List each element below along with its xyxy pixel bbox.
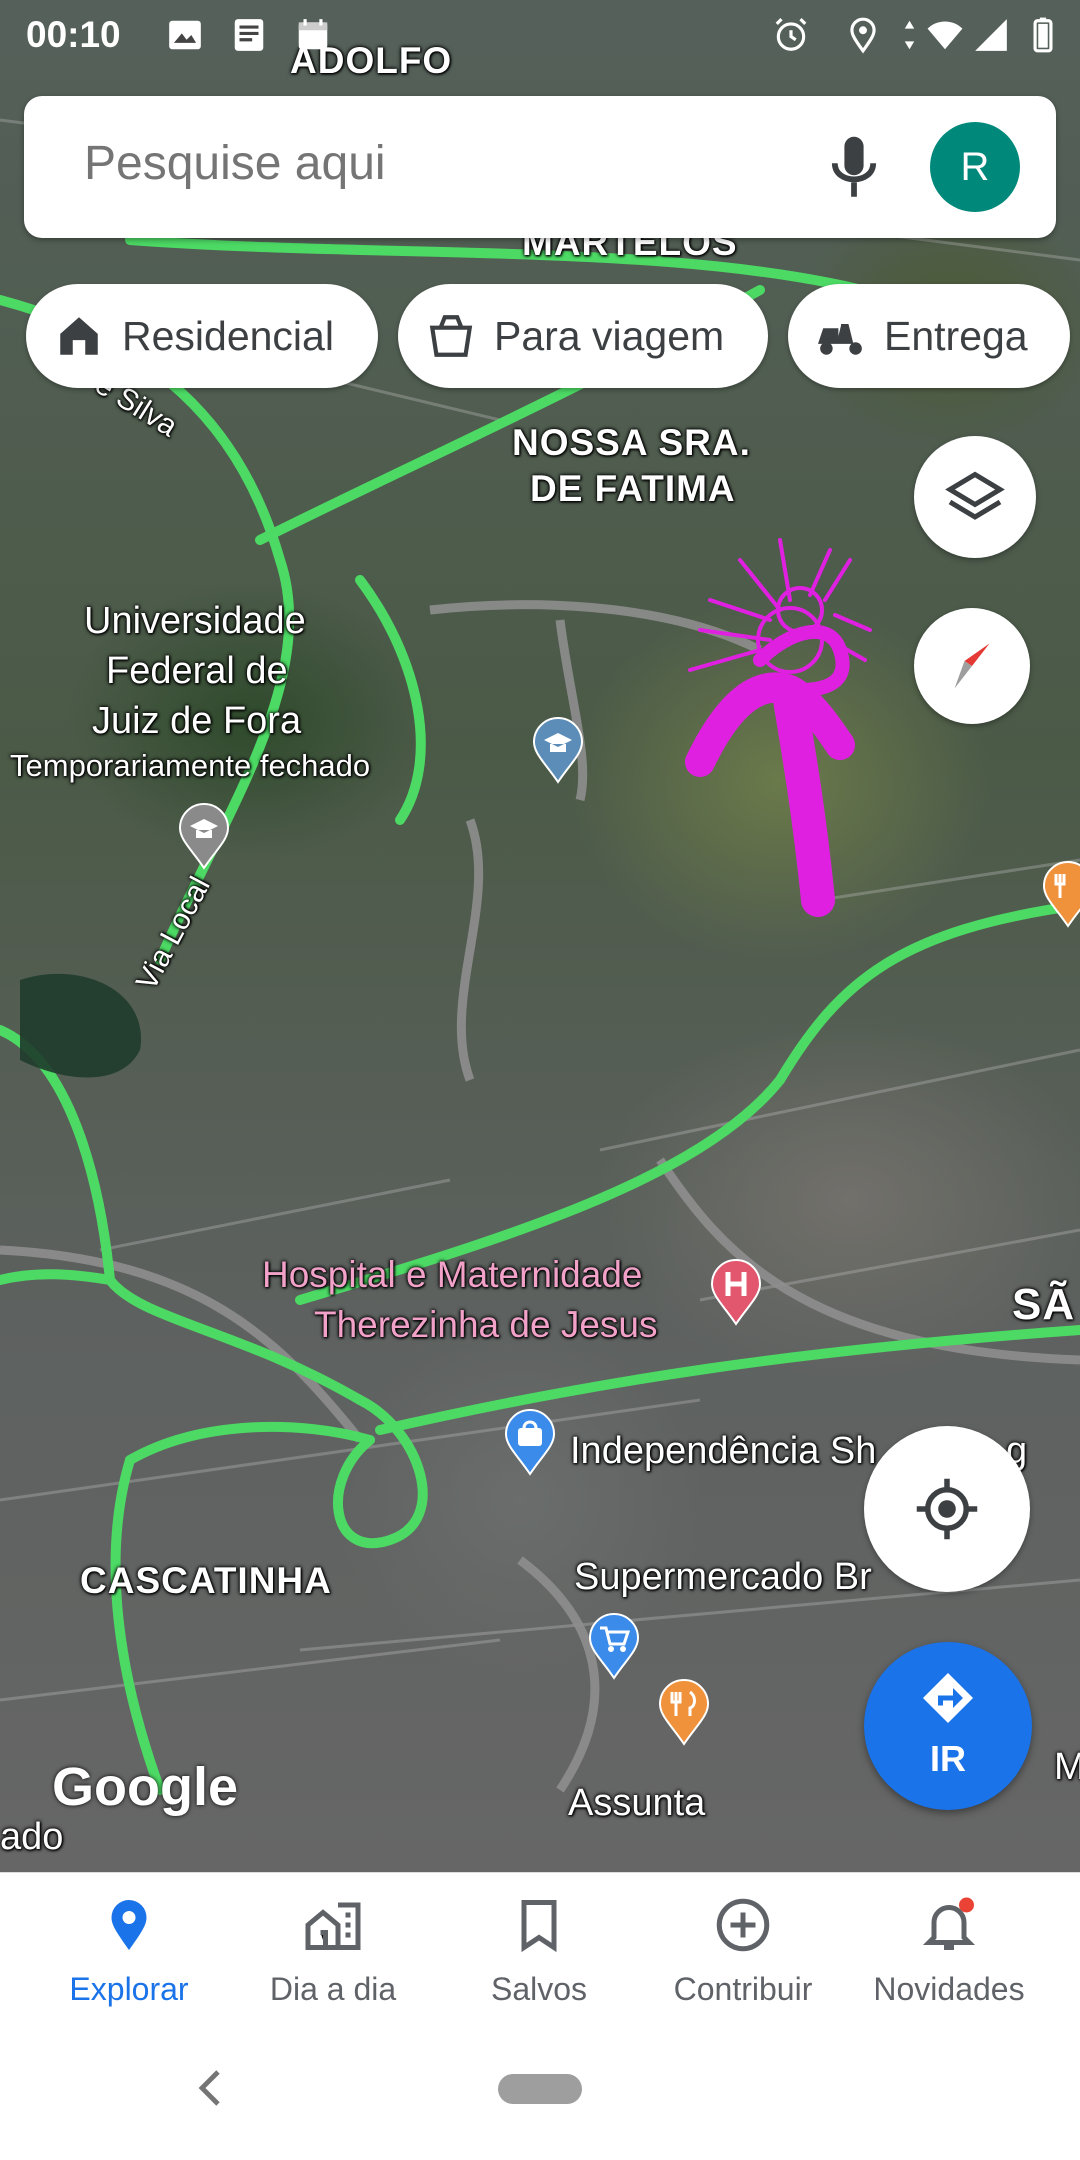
nav-salvos[interactable]: Salvos [436, 1873, 642, 2033]
alarm-icon [775, 18, 807, 51]
university-pin-icon[interactable] [530, 716, 586, 784]
directions-icon [923, 1673, 973, 1723]
document-notification-icon [234, 19, 264, 51]
restaurant-pin-icon-edge[interactable] [1040, 860, 1080, 928]
map-label-ufjf-line3[interactable]: Juiz de Fora [92, 700, 301, 743]
map-label-hospital-line1[interactable]: Hospital e Maternidade [262, 1254, 643, 1296]
map-label-ado: ado [0, 1816, 64, 1858]
directions-go-label: IR [930, 1738, 966, 1779]
system-navigation-bar [0, 2032, 1080, 2160]
map-label-hospital-line2[interactable]: Therezinha de Jesus [314, 1304, 657, 1346]
cell-signal-icon [975, 19, 1007, 51]
restaurant-pin-icon[interactable] [656, 1678, 712, 1746]
map-label-ufjf-line1[interactable]: Universidade [84, 600, 306, 643]
my-location-button[interactable] [864, 1426, 1030, 1592]
chip-residencial-label: Residencial [122, 312, 334, 359]
map-label-sao: SÃ [1012, 1280, 1076, 1329]
nav-contribuir-label: Contribuir [673, 1971, 813, 2007]
nav-contribuir[interactable]: Contribuir [640, 1873, 846, 2033]
map-label-assunta[interactable]: Assunta [568, 1782, 705, 1825]
nav-salvos-label: Salvos [490, 1971, 588, 2007]
nav-dia-a-dia-label: Dia a dia [269, 1971, 397, 2007]
shopping-cart-pin-icon[interactable] [586, 1612, 642, 1680]
layers-button[interactable] [914, 436, 1036, 558]
account-avatar[interactable]: R [930, 122, 1020, 212]
map-label-ufjf-status: Temporariamente fechado [10, 748, 371, 783]
map-view[interactable]: ADOLFO MARTELOS NOSSA SRA. DE FATIMA ta … [0, 0, 1080, 1872]
compass-icon [954, 643, 990, 689]
takeout-bag-icon [429, 315, 473, 357]
map-label-nossa-sra: NOSSA SRA. [512, 422, 751, 463]
layers-icon [945, 471, 1005, 520]
drawn-arrow-annotation [685, 538, 872, 917]
nav-novidades[interactable]: Novidades [846, 1873, 1052, 2033]
image-notification-icon [169, 20, 201, 50]
chip-para-viagem-label: Para viagem [494, 312, 725, 359]
status-bar: 00:10 [0, 0, 1080, 70]
search-placeholder[interactable]: Pesquise aqui [84, 136, 386, 191]
bookmark-icon [521, 1900, 557, 1953]
directions-go-button[interactable]: IR [864, 1642, 1032, 1810]
microphone-icon[interactable] [824, 132, 884, 204]
chip-entrega[interactable]: Entrega [788, 284, 1070, 388]
university-pin-icon-2[interactable] [176, 802, 232, 870]
status-time: 00:10 [26, 14, 121, 55]
nav-explorar-label: Explorar [69, 1971, 189, 2007]
chip-entrega-label: Entrega [884, 312, 1028, 359]
wifi-icon [927, 21, 963, 50]
map-label-cascatinha: CASCATINHA [80, 1560, 332, 1601]
bottom-navigation: Explorar Dia a dia Salvos Contribuir Nov… [0, 1872, 1080, 2033]
hospital-pin-icon[interactable] [708, 1258, 764, 1326]
explore-pin-icon [111, 1900, 147, 1950]
nav-explorar[interactable]: Explorar [26, 1873, 232, 2033]
battery-icon [1033, 17, 1053, 53]
map-label-ufjf-line2[interactable]: Federal de [106, 650, 288, 693]
map-label-m-edge: M [1054, 1746, 1080, 1788]
nav-novidades-label: Novidades [873, 1971, 1025, 2007]
shopping-bag-pin-icon[interactable] [502, 1408, 558, 1476]
nav-dia-a-dia[interactable]: Dia a dia [230, 1873, 436, 2033]
delivery-scooter-icon [817, 324, 862, 355]
home-icon [60, 317, 98, 355]
home-pill[interactable] [498, 2074, 582, 2104]
compass-button[interactable] [914, 608, 1030, 724]
map-label-independencia[interactable]: Independência Sh [570, 1430, 876, 1473]
map-label-supermercado[interactable]: Supermercado Br [574, 1556, 872, 1599]
location-icon [850, 17, 876, 54]
chip-para-viagem[interactable]: Para viagem [398, 284, 768, 388]
map-label-de-fatima: DE FATIMA [530, 468, 736, 509]
search-bar[interactable]: Pesquise aqui R [24, 96, 1056, 238]
notification-bell-icon [922, 1897, 976, 1950]
commute-buildings-icon [305, 1902, 361, 1950]
back-chevron-icon[interactable] [196, 2068, 222, 2108]
add-circle-icon [716, 1898, 770, 1952]
chip-residencial[interactable]: Residencial [26, 284, 378, 388]
calendar-notification-icon [298, 19, 328, 50]
my-location-icon [916, 1478, 978, 1540]
google-logo: Google [52, 1757, 238, 1817]
